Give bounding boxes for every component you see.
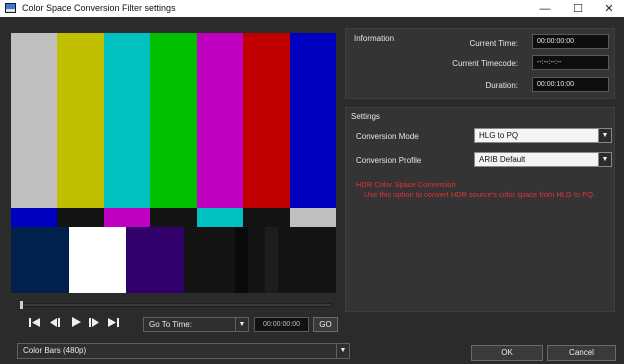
skip-to-start-icon	[28, 317, 40, 327]
pluge-bar-3	[183, 227, 235, 293]
minimize-button[interactable]: —	[530, 0, 560, 17]
conversion-profile-value: ARIB Default	[479, 155, 526, 164]
chevron-down-icon: ▼	[598, 129, 611, 142]
conversion-mode-label: Conversion Mode	[356, 132, 419, 141]
window-title: Color Space Conversion Filter settings	[22, 3, 176, 13]
color-bar-3	[150, 33, 198, 208]
play-button[interactable]	[69, 316, 83, 328]
color-bar-4	[196, 33, 244, 208]
time-input[interactable]: 00:00:00:00	[254, 317, 309, 332]
duration-label: Duration:	[485, 81, 518, 90]
castellation-bar-4	[196, 208, 244, 227]
information-panel: Information Current Time: 00:00:00:00 Cu…	[345, 28, 615, 99]
duration-value: 00:00:10:00	[532, 77, 609, 92]
ok-button[interactable]: OK	[471, 345, 543, 361]
next-frame-icon	[88, 317, 99, 327]
cancel-button[interactable]: Cancel	[547, 345, 616, 361]
skip-to-end-button[interactable]	[106, 316, 120, 328]
information-title: Information	[354, 34, 395, 43]
close-button[interactable]: ✕	[594, 0, 624, 17]
play-icon	[71, 317, 81, 327]
conversion-mode-value: HLG to PQ	[479, 131, 519, 140]
color-bar-6	[289, 33, 336, 208]
chevron-down-icon: ▼	[598, 153, 611, 166]
pluge-bar-2	[126, 227, 185, 293]
timeline-playhead[interactable]	[20, 301, 23, 309]
pluge-bar-4	[234, 227, 249, 293]
conversion-profile-select[interactable]: ARIB Default ▼	[474, 152, 612, 167]
pluge-bar-5	[248, 227, 266, 293]
go-to-time-select[interactable]: Go To Time: ▼	[143, 317, 249, 332]
chevron-down-icon: ▼	[235, 318, 248, 331]
skip-to-start-button[interactable]	[27, 316, 41, 328]
go-to-time-label: Go To Time:	[149, 320, 192, 329]
color-bar-5	[243, 33, 291, 208]
castellation-bar-2	[103, 208, 151, 227]
pluge-bar-1	[68, 227, 127, 293]
title-bar: Color Space Conversion Filter settings —…	[0, 0, 624, 17]
previous-frame-icon	[49, 317, 60, 327]
current-time-value: 00:00:00:00	[532, 34, 609, 49]
castellation-bar-1	[57, 208, 105, 227]
pluge-bar-0	[11, 227, 69, 293]
app-icon	[5, 3, 16, 13]
conversion-profile-label: Conversion Profile	[356, 156, 422, 165]
castellation-bar-0	[11, 208, 58, 227]
castellation-bar-5	[243, 208, 291, 227]
go-button[interactable]: GO	[313, 317, 338, 332]
current-time-label: Current Time:	[469, 39, 518, 48]
video-preview	[11, 33, 336, 293]
timeline-track[interactable]	[22, 303, 332, 307]
pluge-bar-7	[278, 227, 336, 293]
pluge-bar-6	[264, 227, 279, 293]
settings-title: Settings	[351, 112, 380, 121]
maximize-button[interactable]: ☐	[563, 0, 593, 17]
chevron-down-icon: ▼	[336, 344, 349, 358]
castellation-bar-3	[150, 208, 198, 227]
current-timecode-label: Current Timecode:	[452, 59, 518, 68]
color-bar-0	[11, 33, 58, 208]
next-frame-button[interactable]	[87, 316, 101, 328]
note-body: Use this option to convert HDR source's …	[364, 190, 596, 199]
castellation-bar-6	[289, 208, 336, 227]
note-title: HDR Color Space Conversion	[356, 180, 456, 189]
source-selected-value: Color Bars (480p)	[23, 346, 87, 355]
conversion-mode-select[interactable]: HLG to PQ ▼	[474, 128, 612, 143]
current-timecode-value: --:--:--:--	[532, 55, 609, 70]
color-bar-1	[57, 33, 105, 208]
color-bar-2	[103, 33, 151, 208]
settings-panel: Settings Conversion Mode HLG to PQ ▼ Con…	[345, 107, 615, 312]
source-select[interactable]: Color Bars (480p) ▼	[17, 343, 350, 359]
previous-frame-button[interactable]	[48, 316, 62, 328]
skip-to-end-icon	[107, 317, 119, 327]
